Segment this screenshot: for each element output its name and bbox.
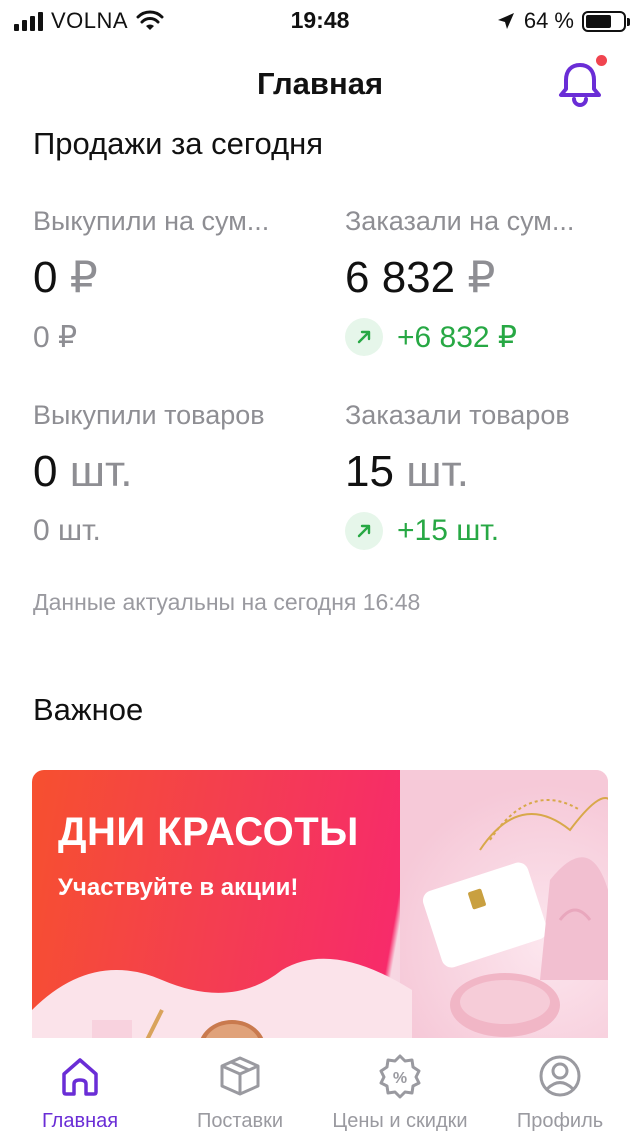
stat-unit: шт. <box>69 447 133 496</box>
stat-subvalue: 0 ₽ <box>33 320 78 354</box>
bought-sum-stat[interactable]: Выкупили на сум... 0 ₽ 0 ₽ <box>33 206 313 357</box>
tab-home[interactable]: Главная <box>0 1038 160 1136</box>
trend-up-arrow-icon <box>345 318 383 356</box>
status-bar: VOLNA 19:48 64 % <box>0 0 640 42</box>
tab-label: Цены и скидки <box>332 1110 468 1132</box>
notification-dot <box>596 55 607 66</box>
handbags-illustration-icon <box>422 797 608 1037</box>
stat-label: Заказали на сум... <box>345 206 575 236</box>
stat-label: Выкупили товаров <box>33 400 265 430</box>
battery-icon <box>582 10 630 32</box>
banner-product-image <box>400 770 608 1060</box>
svg-text:%: % <box>393 1070 407 1087</box>
tab-label: Профиль <box>516 1110 604 1132</box>
stat-value: 15 <box>345 447 394 496</box>
tab-profile[interactable]: Профиль <box>480 1038 640 1136</box>
tab-label: Поставки <box>196 1110 284 1132</box>
bought-items-stat[interactable]: Выкупили товаров 0 шт. 0 шт. <box>33 400 313 551</box>
discount-badge-icon: % <box>379 1054 421 1099</box>
stat-unit: ₽ <box>467 253 496 302</box>
trend-up-arrow-icon <box>345 512 383 550</box>
stat-value: 0 <box>33 253 58 302</box>
stat-subvalue: 0 шт. <box>33 514 101 547</box>
stat-label: Заказали товаров <box>345 400 570 430</box>
ordered-items-stat[interactable]: Заказали товаров 15 шт. +15 шт. <box>345 400 625 551</box>
stat-value: 6 832 <box>345 253 456 302</box>
page-title: Главная <box>256 66 384 101</box>
stat-unit: ₽ <box>69 253 98 302</box>
page-header: Главная <box>0 56 640 112</box>
banner-title: ДНИ КРАСОТЫ <box>58 810 359 854</box>
tab-prices-discounts[interactable]: % Цены и скидки <box>320 1038 480 1136</box>
banner-subtitle: Участвуйте в акции! <box>58 874 299 901</box>
sales-section-title: Продажи за сегодня <box>33 126 324 161</box>
home-icon <box>62 1058 98 1096</box>
profile-icon <box>539 1055 581 1097</box>
stat-delta: +6 832 ₽ <box>397 320 518 354</box>
box-icon <box>220 1056 260 1096</box>
tab-label: Главная <box>41 1110 119 1132</box>
promo-banner[interactable]: ДНИ КРАСОТЫ Участвуйте в акции! <box>32 770 608 1060</box>
stat-label: Выкупили на сум... <box>33 206 270 236</box>
ordered-sum-stat[interactable]: Заказали на сум... 6 832 ₽ +6 832 ₽ <box>345 206 625 357</box>
location-arrow-icon <box>497 13 514 29</box>
tab-bar: Главная Поставки % Цены и скидки Профиль <box>0 1038 640 1136</box>
tab-supplies[interactable]: Поставки <box>160 1038 320 1136</box>
battery-percent: 64 % <box>523 8 574 33</box>
home-screen: VOLNA 19:48 64 % Главная Продажи за сего… <box>0 0 640 1136</box>
data-updated-note: Данные актуальны на сегодня 16:48 <box>33 589 421 615</box>
important-section-title: Важное <box>33 692 144 727</box>
stat-value: 0 <box>33 447 58 496</box>
stat-delta: +15 шт. <box>397 514 500 547</box>
stat-unit: шт. <box>406 447 469 496</box>
